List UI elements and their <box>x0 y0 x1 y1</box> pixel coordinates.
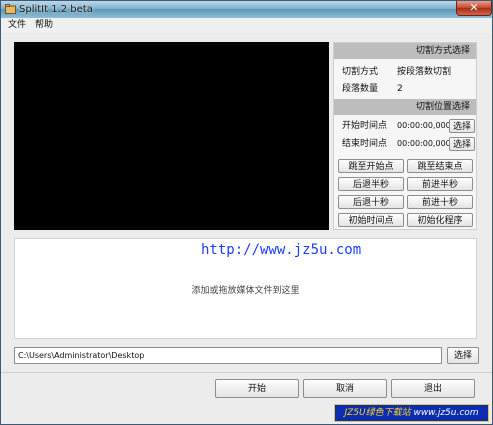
end-time-value: 00:00:00,000 <box>397 139 451 148</box>
jump-to-start-button[interactable]: 跳至开始点 <box>338 159 404 173</box>
split-mode-label: 切割方式 <box>342 67 379 77</box>
start-button[interactable]: 开始 <box>215 379 299 398</box>
end-time-label: 结束时间点 <box>342 139 388 149</box>
split-mode-value[interactable]: 按段落数切割 <box>397 65 451 79</box>
back-half-second-button[interactable]: 后退半秒 <box>338 177 404 191</box>
close-button[interactable]: ✕ <box>456 1 492 16</box>
title-bar[interactable]: SplitIt 1.2 beta ✕ <box>1 1 492 18</box>
badge-url: www.jz5u.com <box>413 408 479 418</box>
forward-half-second-button[interactable]: 前进半秒 <box>407 177 473 191</box>
jump-to-end-button[interactable]: 跳至结束点 <box>407 159 473 173</box>
menu-file[interactable]: 文件 <box>8 20 26 31</box>
split-settings-panel: 切割方式选择 切割方式 按段落数切割 段落数量 2 切割位置选择 开始时间点 0… <box>333 42 477 230</box>
start-time-label: 开始时间点 <box>342 121 388 131</box>
media-drop-area[interactable]: http://www.jz5u.com 添加或拖放媒体文件到这里 <box>14 238 477 339</box>
app-icon <box>5 4 16 14</box>
badge-brand: JZ5U绿色下载站 <box>344 408 411 418</box>
back-ten-seconds-button[interactable]: 后退十秒 <box>338 195 404 209</box>
video-preview <box>14 42 329 230</box>
cancel-button[interactable]: 取消 <box>303 379 387 398</box>
divider <box>1 372 492 373</box>
segment-count-label: 段落数量 <box>342 84 379 94</box>
reset-program-button[interactable]: 初始化程序 <box>407 213 473 227</box>
exit-button[interactable]: 退出 <box>391 379 475 398</box>
end-time-select-button[interactable]: 选择 <box>449 137 475 151</box>
drop-hint: 添加或拖放媒体文件到这里 <box>191 286 300 296</box>
path-select-button[interactable]: 选择 <box>447 347 479 364</box>
app-window: SplitIt 1.2 beta ✕ 文件 帮助 切割方式选择 切割方式 按段落… <box>0 0 493 425</box>
reset-time-button[interactable]: 初始时间点 <box>338 213 404 227</box>
menu-help[interactable]: 帮助 <box>35 20 53 31</box>
window-title: SplitIt 1.2 beta <box>19 4 93 15</box>
split-position-header: 切割位置选择 <box>334 99 476 115</box>
menu-bar: 文件 帮助 <box>1 18 492 33</box>
output-path-field[interactable]: C:\Users\Administrator\Desktop <box>14 347 442 364</box>
forward-ten-seconds-button[interactable]: 前进十秒 <box>407 195 473 209</box>
start-time-select-button[interactable]: 选择 <box>449 119 475 133</box>
watermark-badge: JZ5U绿色下载站 www.jz5u.com <box>334 404 489 422</box>
segment-count-value[interactable]: 2 <box>397 82 403 96</box>
split-mode-header: 切割方式选择 <box>334 43 476 59</box>
watermark-url: http://www.jz5u.com <box>201 242 362 258</box>
start-time-value: 00:00:00,000 <box>397 121 451 130</box>
